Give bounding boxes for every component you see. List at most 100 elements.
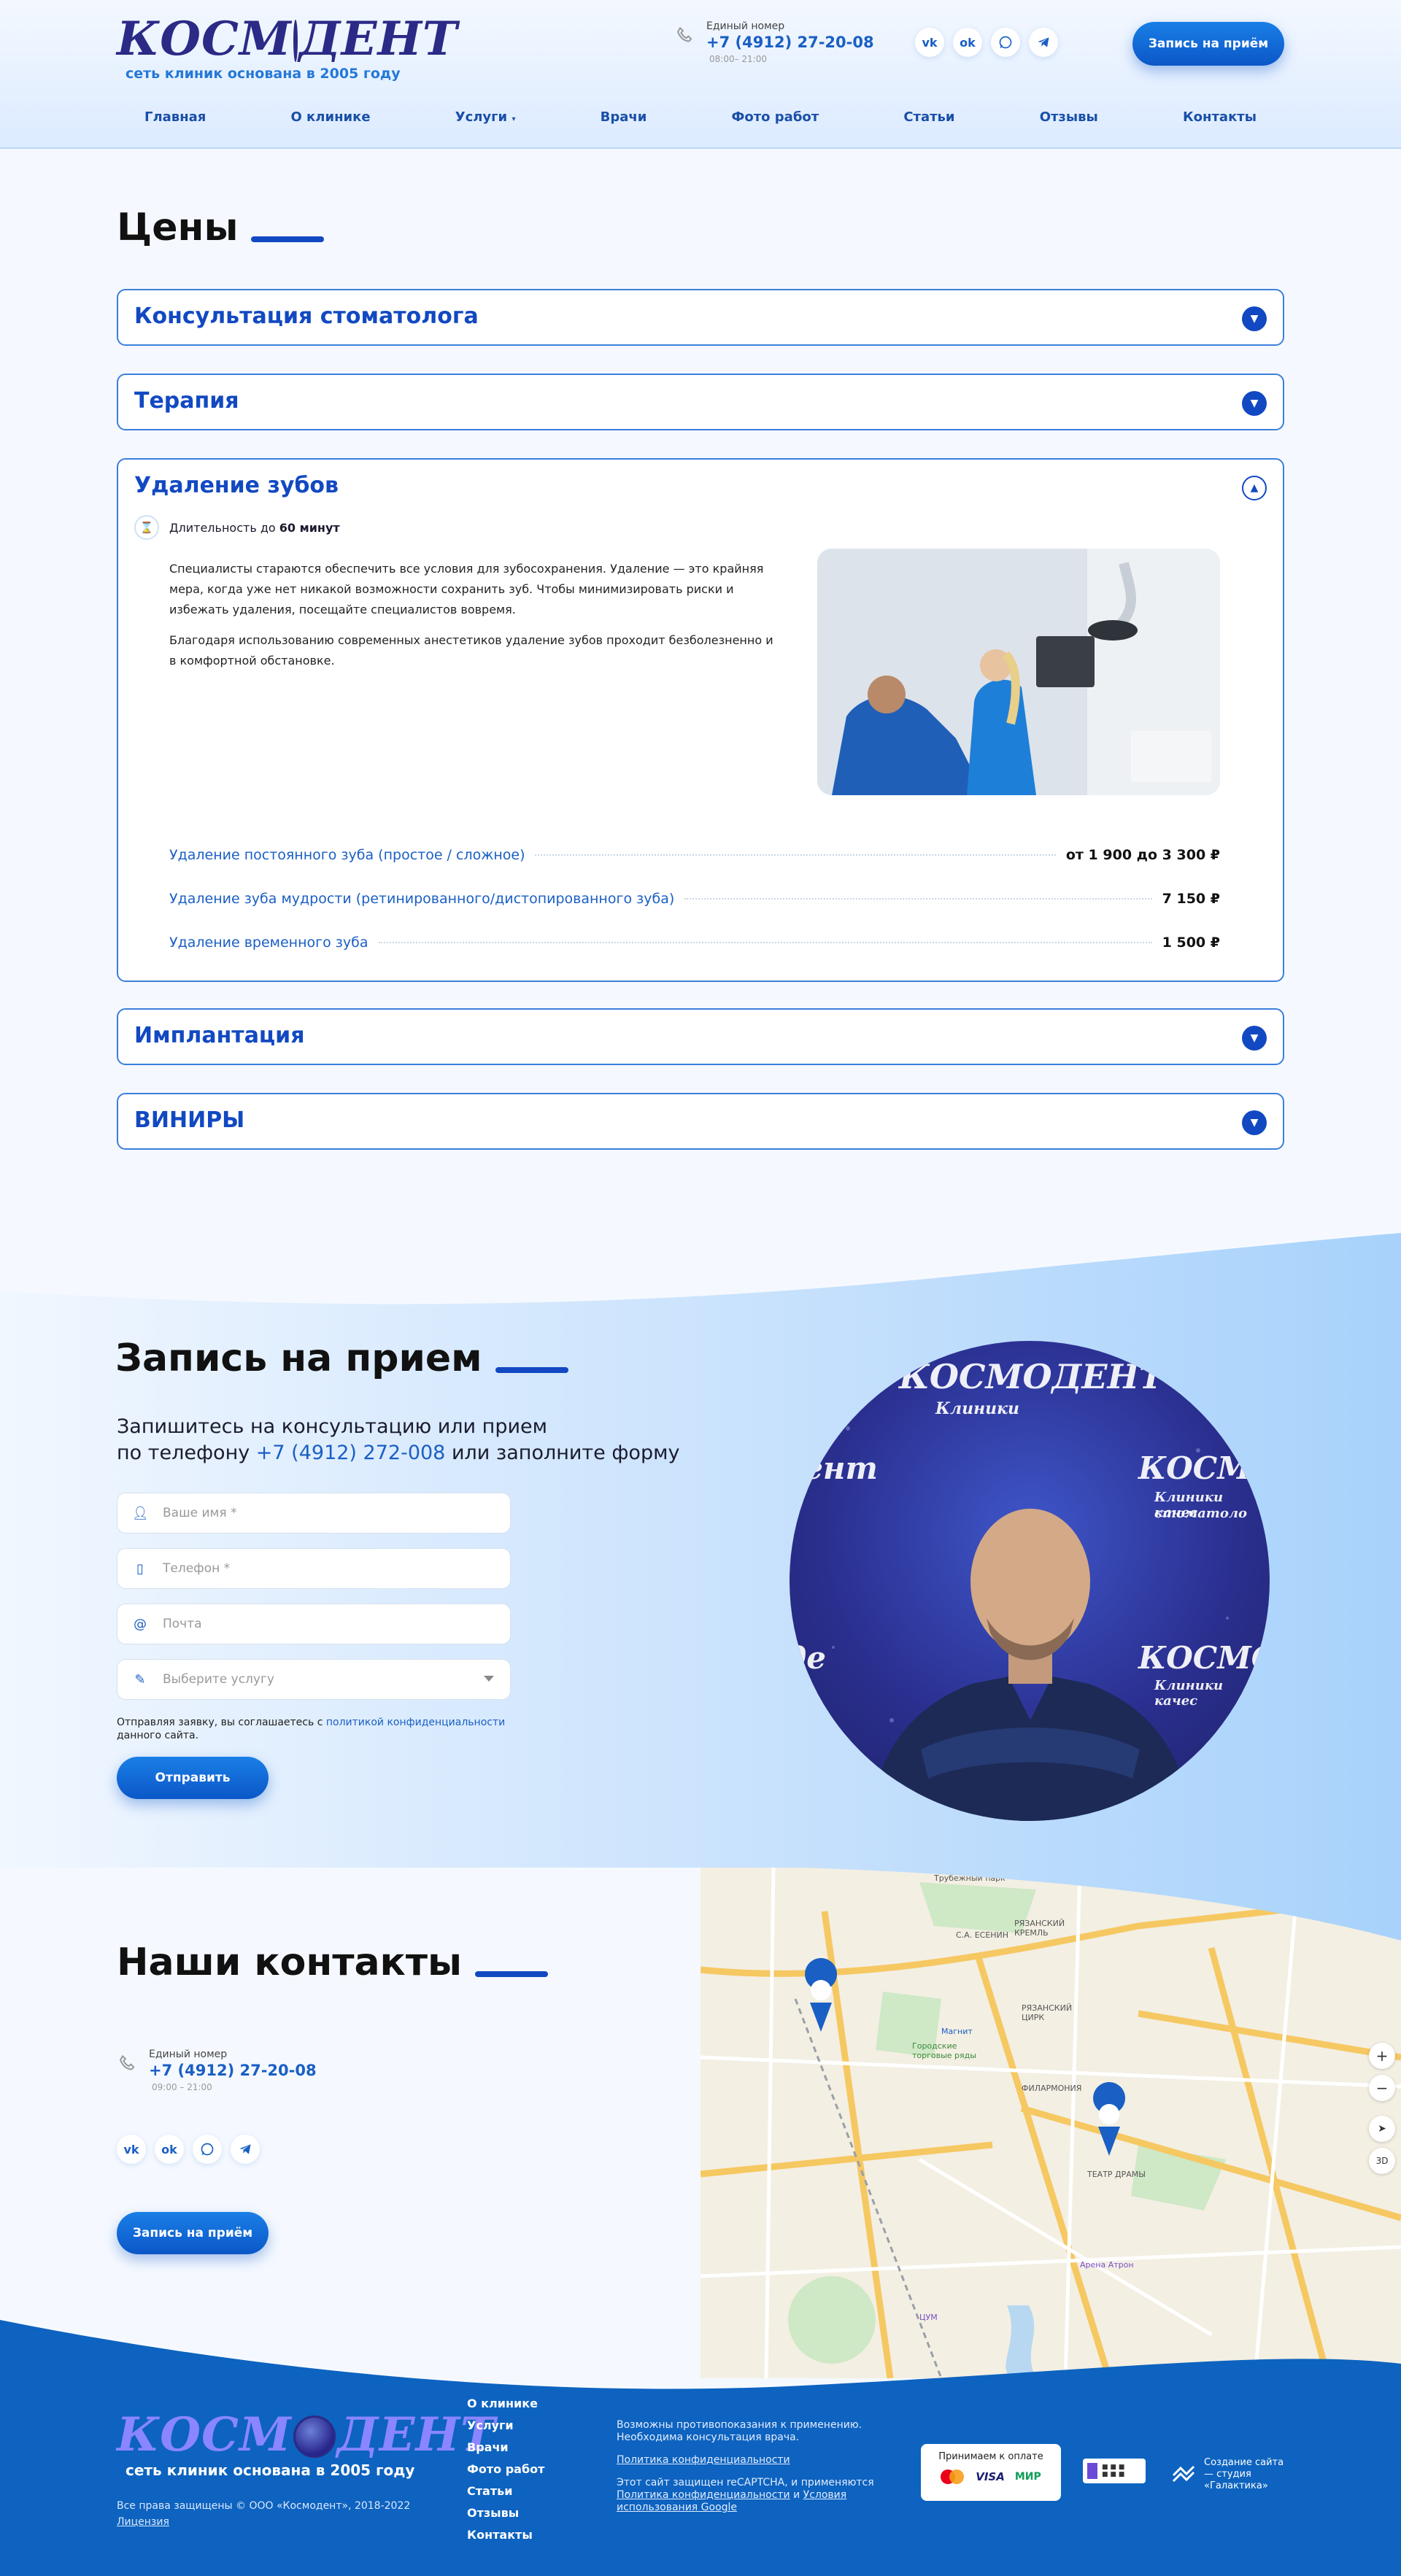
name-field[interactable]: 👤︎ Ваше имя * [117, 1493, 511, 1533]
contraindications-text: Возможны противопоказания к применению. … [617, 2419, 862, 2443]
footer-link-articles[interactable]: Статьи [467, 2485, 544, 2498]
rating-badge-icon[interactable]: ■ ■ ■ ■ ■ ■ [1083, 2459, 1146, 2483]
booking-subtitle-before: по телефону [117, 1442, 250, 1464]
accordion-label: Терапия [134, 388, 239, 414]
service-select[interactable]: ✎ Выберите услугу [117, 1659, 511, 1700]
svg-text:торговые ряды: торговые ряды [912, 2051, 976, 2060]
footer-menu: О клинике Услуги Врачи Фото работ Статьи… [467, 2397, 544, 2542]
vk-icon[interactable]: vk [915, 28, 944, 57]
chevron-down-icon[interactable]: ▼ [1242, 391, 1267, 416]
nav-item-doctors[interactable]: Врачи [601, 109, 647, 125]
odnoklassniki-icon[interactable]: ok [953, 28, 982, 57]
payment-logos: VISA МИР [921, 2469, 1061, 2484]
phone-icon: ▯ [136, 1560, 144, 1577]
svg-text:ЦИРК: ЦИРК [1022, 2013, 1044, 2022]
header-appointment-button[interactable]: Запись на приём [1132, 22, 1284, 66]
nav-item-home[interactable]: Главная [144, 109, 206, 125]
footer-link-doctors[interactable]: Врачи [467, 2441, 544, 2454]
price-item-value: от 1 900 до 3 300 ₽ [1065, 847, 1220, 863]
dotted-leader [535, 854, 1056, 856]
contacts-appointment-button[interactable]: Запись на приём [117, 2212, 269, 2254]
locate-icon[interactable]: ➤ [1369, 2116, 1395, 2142]
chevron-down-icon[interactable]: ▼ [1242, 306, 1267, 331]
chevron-down-icon[interactable]: ▼ [1242, 1026, 1267, 1051]
logo[interactable]: КОСМ ДЕНТ сеть клиник основана в 2005 год… [117, 12, 458, 83]
dotted-leader [684, 898, 1152, 900]
accordion-veneers[interactable]: ВИНИРЫ ▼ [117, 1093, 1284, 1150]
prices-title-text: Цены [117, 206, 239, 250]
nav-item-works[interactable]: Фото работ [732, 109, 819, 125]
booking-subtitle: Запишитесь на консультацию или прием по … [117, 1414, 679, 1466]
footer-privacy-link[interactable]: Политика конфиденциальности [617, 2454, 790, 2466]
price-item-value: 1 500 ₽ [1162, 935, 1220, 951]
accordion-label[interactable]: Удаление зубов [134, 473, 339, 498]
footer-logo[interactable]: КОСМ ДЕНТ сеть клиник основана в 2005 год… [117, 2409, 496, 2480]
main-nav: Главная О клинике Услуги ▾ Врачи Фото ра… [117, 109, 1284, 125]
copyright-text: Все права защищены © ООО «Космодент», 20… [117, 2500, 411, 2512]
nav-item-reviews[interactable]: Отзывы [1040, 109, 1098, 125]
svg-text:Арена Атрон: Арена Атрон [1080, 2260, 1134, 2270]
price-item-name[interactable]: Удаление постоянного зуба (простое / сло… [169, 847, 525, 863]
odnoklassniki-icon[interactable]: ok [155, 2135, 184, 2164]
price-row: Удаление временного зуба 1 500 ₽ [169, 921, 1220, 964]
vk-icon[interactable]: vk [117, 2135, 146, 2164]
duration: ⌛ Длительность до 60 минут [134, 515, 340, 540]
duration-label: Длительность до [169, 520, 276, 535]
privacy-policy-link[interactable]: политикой конфиденциальности [326, 1717, 505, 1728]
telegram-icon[interactable] [231, 2135, 260, 2164]
mastercard-icon [941, 2469, 965, 2484]
footer-link-reviews[interactable]: Отзывы [467, 2507, 544, 2520]
footer-info: Возможны противопоказания к применению. … [617, 2419, 894, 2514]
studio-credit[interactable]: Создание сайта — студия «Галактика» [1170, 2457, 1292, 2492]
whatsapp-icon[interactable] [193, 2135, 222, 2164]
map-controls: + − ➤ 3D [1369, 2043, 1395, 2174]
phone-field[interactable]: ▯ Телефон * [117, 1548, 511, 1589]
booking-phone-link[interactable]: +7 (4912) 272-008 [256, 1442, 446, 1464]
3d-toggle-icon[interactable]: 3D [1369, 2148, 1395, 2174]
chevron-up-icon[interactable]: ▲ [1242, 476, 1267, 500]
description-paragraph: Специалисты стараются обеспечить все усл… [169, 562, 764, 616]
chevron-down-icon[interactable]: ▼ [1242, 1110, 1267, 1135]
footer-link-about[interactable]: О клинике [467, 2397, 544, 2410]
galaxy-logo-icon [1172, 2465, 1195, 2483]
header-phone-block: Единый номер +7 (4912) 27-20-08 08:00– 2… [674, 20, 874, 64]
phone-icon [119, 2054, 135, 2070]
booking-subtitle-line1: Запишитесь на консультацию или прием [117, 1415, 548, 1438]
footer-link-services[interactable]: Услуги [467, 2419, 544, 2432]
footer-link-works[interactable]: Фото работ [467, 2463, 544, 2476]
logo-wordmark: КОСМ ДЕНТ [117, 2409, 496, 2461]
zoom-in-icon[interactable]: + [1369, 2043, 1395, 2069]
consent-after: данного сайта. [117, 1730, 199, 1741]
license-link[interactable]: Лицензия [117, 2516, 169, 2528]
telegram-icon[interactable] [1029, 28, 1058, 57]
accordion-label: Имплантация [134, 1023, 305, 1048]
header-phone-number[interactable]: +7 (4912) 27-20-08 [706, 34, 874, 51]
header-socials: vk ok [915, 28, 1058, 57]
recaptcha-privacy-link[interactable]: Политика конфиденциальности [617, 2489, 790, 2501]
contacts-socials: vk ok [117, 2135, 260, 2164]
price-item-name[interactable]: Удаление зуба мудрости (ретинированного/… [169, 891, 674, 907]
recaptcha-and: и [793, 2489, 800, 2501]
footer-link-contacts[interactable]: Контакты [467, 2529, 544, 2542]
accordion-therapy[interactable]: Терапия ▼ [117, 374, 1284, 430]
nav-item-articles[interactable]: Статьи [903, 109, 954, 125]
zoom-out-icon[interactable]: − [1369, 2075, 1395, 2101]
whatsapp-icon[interactable] [991, 28, 1020, 57]
nav-item-contacts[interactable]: Контакты [1183, 109, 1257, 125]
email-field[interactable]: @ Почта [117, 1604, 511, 1644]
logo-text-left: КОСМ [117, 12, 292, 66]
dotted-leader [378, 942, 1152, 943]
accordion-implantation[interactable]: Имплантация ▼ [117, 1008, 1284, 1065]
studio-credit-text: Создание сайта — студия «Галактика» [1204, 2457, 1284, 2491]
price-item-name[interactable]: Удаление временного зуба [169, 935, 368, 951]
submit-button[interactable]: Отправить [117, 1757, 269, 1799]
footer-tagline: сеть клиник основана в 2005 году [126, 2461, 415, 2479]
phone-field-placeholder: Телефон * [163, 1561, 231, 1576]
nav-item-services[interactable]: Услуги ▾ [455, 109, 516, 125]
svg-text:Городские: Городские [912, 2041, 957, 2051]
contacts-phone-number[interactable]: +7 (4912) 27-20-08 [149, 2062, 317, 2079]
nav-item-about[interactable]: О клинике [290, 109, 370, 125]
accordion-consultation[interactable]: Консультация стоматолога ▼ [117, 289, 1284, 346]
email-field-placeholder: Почта [163, 1617, 202, 1631]
payment-caption: Принимаем к оплате [938, 2451, 1043, 2462]
